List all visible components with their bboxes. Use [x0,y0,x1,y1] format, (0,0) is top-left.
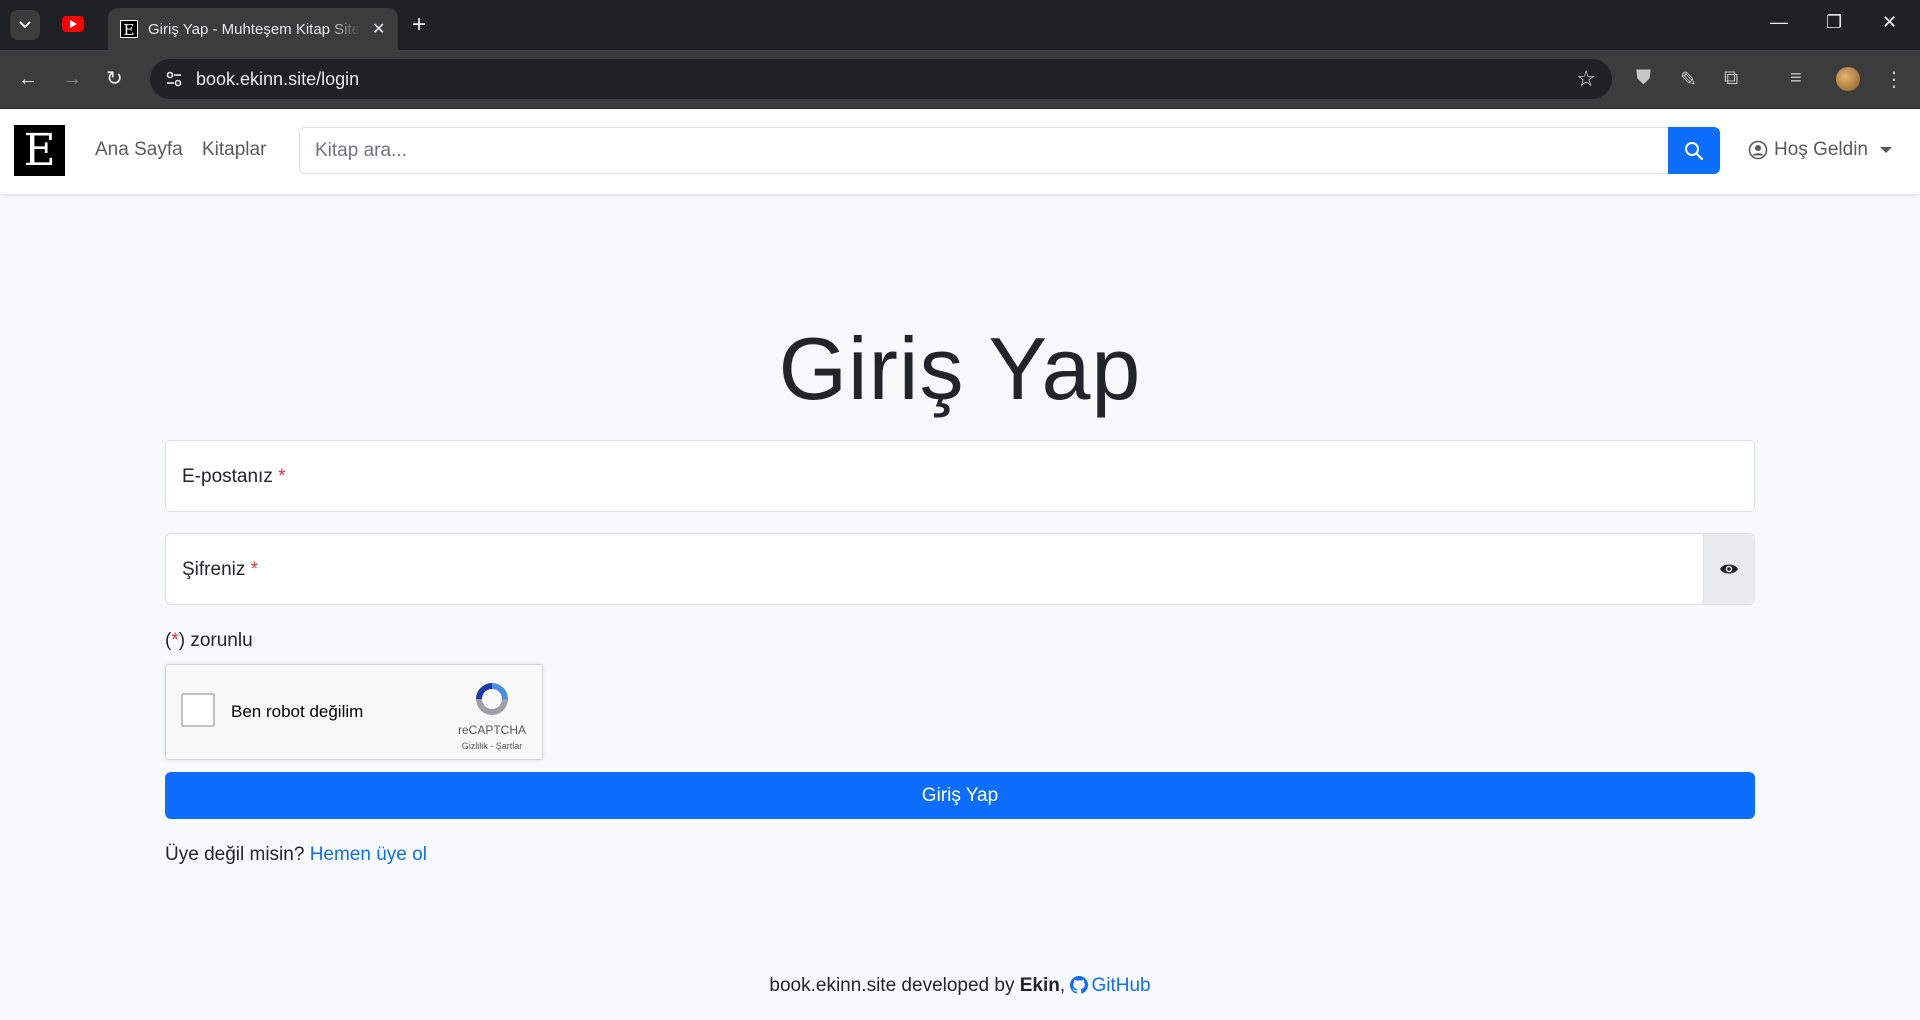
star-icon[interactable]: ☆ [1576,66,1596,92]
password-label: Şifreniz * [182,559,258,581]
github-link[interactable]: GitHub [1070,975,1151,996]
password-field[interactable]: Şifreniz * [165,533,1755,605]
recaptcha-icon [476,683,508,715]
recaptcha-terms-link[interactable]: Gizlilik - Şartlar [442,741,542,751]
browser-tab-strip: E Giriş Yap - Muhteşem Kitap Sitesi ✕ + … [0,0,1920,50]
reload-button[interactable]: ↻ [106,67,123,91]
signup-link[interactable]: Hemen üye ol [310,844,427,865]
new-tab-button[interactable]: + [412,12,426,38]
page-title: Giriş Yap [778,319,1142,418]
chevron-down-icon [19,21,31,29]
email-field[interactable]: E-postanız * [165,440,1755,512]
url-text[interactable]: book.ekinn.site/login [196,69,359,90]
profile-avatar[interactable] [1836,67,1860,91]
recaptcha-widget: Ben robot değilim reCAPTCHA Gizlilik - Ş… [165,664,543,760]
footer: book.ekinn.site developed by Ekin, GitHu… [0,975,1920,997]
recaptcha-brand: reCAPTCHA [457,723,526,737]
user-dropdown[interactable]: Hoş Geldin [1748,139,1892,161]
caret-down-icon [1880,147,1892,153]
required-marker: * [250,559,259,580]
footer-site-text: book.ekinn.site developed by [769,975,1015,996]
github-label: GitHub [1091,975,1151,996]
recaptcha-label: Ben robot değilim [231,702,364,721]
required-note-close: ) zorunlu [178,630,253,651]
password-label-text: Şifreniz [182,559,246,580]
signup-prompt: Üye değil misin? Hemen üye ol [165,844,427,866]
tab-title: Giriş Yap - Muhteşem Kitap Sitesi [148,20,360,38]
tune-icon[interactable] [164,69,184,89]
active-tab[interactable]: E Giriş Yap - Muhteşem Kitap Sitesi ✕ [108,8,398,50]
omnibox[interactable]: book.ekinn.site/login ☆ [150,59,1612,99]
required-note: (*) zorunlu [165,630,253,652]
ublock-icon[interactable]: ⛊ [1636,67,1651,90]
kebab-icon[interactable]: ⋮ [1884,67,1904,92]
required-marker: * [171,630,179,651]
recaptcha-checkbox[interactable] [181,693,215,727]
footer-author: Ekin [1019,975,1060,996]
close-icon[interactable]: ✕ [372,19,385,39]
user-circle-icon [1748,140,1768,160]
search-input[interactable] [299,127,1669,174]
nav-link-books[interactable]: Kitaplar [202,139,266,161]
footer-separator: , [1059,975,1066,996]
required-marker: * [278,466,286,487]
github-icon [1070,976,1089,994]
search-icon [1685,141,1704,160]
brand-logo[interactable]: E [14,125,65,176]
email-label-text: E-postanız [182,466,273,487]
youtube-icon [69,20,77,28]
address-bar-row: ← → ↻ book.ekinn.site/login ☆ ⛊ ✎ ⧉ ≡ ⋮ [0,50,1920,109]
restore-icon[interactable]: ❐ [1826,12,1842,33]
window-close-icon[interactable]: ✕ [1882,12,1897,33]
tab-search-button[interactable] [10,10,40,40]
minimize-icon[interactable]: — [1770,12,1788,33]
search-button[interactable] [1668,127,1720,174]
eyedropper-icon[interactable]: ✎ [1680,67,1697,92]
signup-prompt-text: Üye değil misin? [165,844,305,865]
nav-link-home[interactable]: Ana Sayfa [95,139,183,161]
toggle-password-button[interactable] [1703,534,1754,604]
eye-icon [1720,564,1738,574]
back-button[interactable]: ← [18,67,38,91]
media-queue-icon[interactable]: ≡ [1790,67,1802,90]
puzzle-icon[interactable]: ⧉ [1724,67,1738,90]
email-label: E-postanız * [182,466,286,488]
user-menu-label: Hoş Geldin [1774,139,1868,160]
forward-button[interactable]: → [62,67,82,91]
login-submit-button[interactable]: Giriş Yap [165,772,1755,819]
site-navbar: E Ana Sayfa Kitaplar Hoş Geldin [0,110,1920,194]
tab-favicon: E [120,20,138,39]
youtube-tab[interactable] [62,16,84,32]
